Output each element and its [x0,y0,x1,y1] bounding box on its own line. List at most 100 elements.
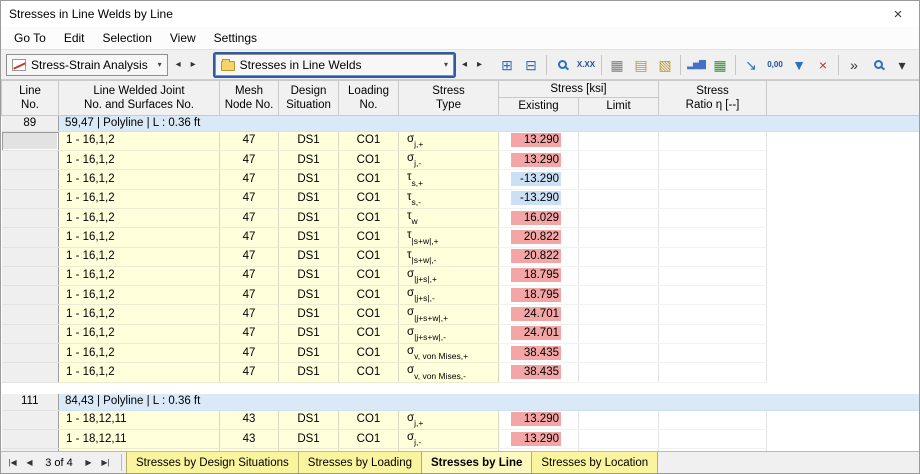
col-header-loading[interactable]: Loading No. [338,80,399,116]
stress-type-cell: τs,- [398,189,499,209]
result-next-button[interactable]: ▸ [472,54,487,76]
ratio-cell [658,189,768,209]
limit-cell [578,208,660,229]
table-row[interactable]: 1 - 16,1,2 47 DS1 CO1 σv, von Mises,+ 38.435 [1,343,919,364]
overflow-button[interactable]: » [842,53,866,77]
limit-cell [578,131,660,152]
report-icon: ▧ [658,56,672,73]
col-header-stress-ratio[interactable]: Stress Ratio η [--] [658,80,768,116]
last-table-button[interactable]: ▶| [97,454,114,472]
table-grid-icon: ▦ [610,56,624,73]
toolbar-buttons: ⊞ ⊟ X.XX ▦ ▤ ▧ ▂▅▇ ▦ ↘ 0,00 ▼ × » ▾ [495,53,914,77]
table-row[interactable]: 1 - 16,1,2 47 DS1 CO1 σ|j+s+w|,+ 24.701 [1,304,919,325]
table-row[interactable]: 1 - 16,1,2 47 DS1 CO1 τs,+ -13.290 [1,169,919,190]
col-header-mesh-node[interactable]: Mesh Node No. [219,80,279,116]
mesh-node-cell: 47 [219,247,279,267]
value-chip: 38.435 [511,364,561,379]
menu-item-settings[interactable]: Settings [205,29,266,47]
transfer-values-button[interactable]: ↘ [739,53,763,77]
print-button[interactable]: ▤ [629,53,653,77]
existing-value-cell: 24.701 [498,304,579,325]
mesh-node-cell: 47 [219,208,279,229]
col-header-existing[interactable]: Existing [498,97,579,116]
group-gap-row [1,382,919,395]
table-row[interactable]: 1 - 16,1,2 47 DS1 CO1 σj,+ 13.290 [1,131,919,152]
tab-stresses-by-design-situations[interactable]: Stresses by Design Situations [126,452,299,473]
filter-button[interactable]: ▼ [787,53,811,77]
tab-stresses-by-location[interactable]: Stresses by Location [532,452,659,473]
gap-cell [1,382,919,395]
table-row[interactable]: 1 - 16,1,2 47 DS1 CO1 τw 16.029 [1,208,919,229]
table-row[interactable]: 1 - 16,1,2 47 DS1 CO1 σv, von Mises,- 38.435 [1,362,919,383]
col-header-line-no[interactable]: Line No. [1,80,59,116]
col-header-stress-ksi[interactable]: Stress [ksi] [497,80,660,99]
search-button[interactable] [866,53,890,77]
mesh-node-cell: 47 [219,227,279,248]
table-row[interactable]: 1 - 16,1,2 47 DS1 CO1 τ|s+w|,+ 20.822 [1,227,919,248]
row-header-cell [1,189,59,209]
excel-export-button[interactable]: ▦ [708,53,732,77]
result-table-combo[interactable]: Stresses in Line Welds ▾ [214,53,454,76]
result-prev-button[interactable]: ◂ [457,54,472,76]
table-row[interactable]: 1 - 18,12,11 43 DS1 CO1 σj,- 13.290 [1,429,919,450]
table-row[interactable]: 1 - 16,1,2 47 DS1 CO1 σ|j+s|,- 18.795 [1,285,919,306]
mesh-node-cell: 47 [219,285,279,306]
design-situation-cell: DS1 [278,362,339,383]
close-button[interactable]: × [885,6,911,23]
value-chip: -13.290 [511,171,561,186]
first-table-button[interactable]: |◀ [4,454,21,472]
filler-cell [766,189,919,209]
table-row[interactable]: 1 - 16,1,2 47 DS1 CO1 τ|s+w|,- 20.822 [1,247,919,267]
menu-item-edit[interactable]: Edit [55,29,94,47]
ratio-cell [658,285,768,306]
stress-subscript: v, von Mises,+ [414,351,469,362]
export-report-button[interactable]: ▧ [653,53,677,77]
col-header-filler [766,80,919,116]
loading-cell: CO1 [338,285,399,306]
window-plus-icon: ⊞ [501,56,513,73]
sync-graphic-button[interactable]: ⊟ [519,53,543,77]
mesh-node-cell: 43 [219,429,279,450]
tab-stresses-by-line[interactable]: Stresses by Line [421,452,533,473]
stress-symbol: τ [407,209,412,222]
next-table-button[interactable]: ▶ [80,454,97,472]
table-row[interactable]: 1 - 18,12,11 43 DS1 CO1 σj,+ 13.290 [1,410,919,430]
clear-results-button[interactable]: × [811,53,835,77]
table-row[interactable]: 1 - 16,1,2 47 DS1 CO1 σj,- 13.290 [1,150,919,171]
analysis-combo[interactable]: Stress-Strain Analysis ▾ [6,53,168,76]
col-header-design-situation[interactable]: Design Situation [278,80,339,116]
stress-type-cell: σj,+ [398,410,499,430]
analysis-prev-button[interactable]: ◂ [171,54,186,76]
value-chip: 20.822 [511,249,561,264]
view-values-button[interactable] [550,53,574,77]
filler-cell [766,247,919,267]
show-in-graphic-button[interactable]: ⊞ [495,53,519,77]
ratio-cell [658,150,768,171]
value-chip: 20.822 [511,229,561,244]
table-settings-button[interactable]: ▦ [605,53,629,77]
analysis-next-button[interactable]: ▸ [186,54,201,76]
result-diagram-button[interactable]: ▂▅▇ [684,53,708,77]
window-title: Stresses in Line Welds by Line [9,7,173,21]
prev-table-button[interactable]: ◀ [21,454,38,472]
table-row[interactable]: 1 - 16,1,2 47 DS1 CO1 σ|j+s|,+ 18.795 [1,266,919,287]
menu-item-go-to[interactable]: Go To [5,29,55,47]
value-chip: 13.290 [511,152,561,167]
ratio-cell [658,227,768,248]
menu-item-view[interactable]: View [161,29,205,47]
result-values-button[interactable]: X.XX [574,53,598,77]
stress-type-cell: σ|j+s|,+ [398,266,499,287]
limit-cell [578,227,660,248]
menu-item-selection[interactable]: Selection [94,29,161,47]
decimal-places-button[interactable]: 0,00 [763,53,787,77]
col-header-joint[interactable]: Line Welded Joint No. and Surfaces No. [58,80,220,116]
table-row[interactable]: 1 - 16,1,2 47 DS1 CO1 τs,- -13.290 [1,189,919,209]
table-row[interactable]: 1 - 16,1,2 47 DS1 CO1 σ|j+s+w|,- 24.701 [1,324,919,345]
col-header-stress-type[interactable]: Stress Type [398,80,499,116]
more-button[interactable]: ▾ [890,53,914,77]
col-header-limit[interactable]: Limit [577,97,660,116]
toolbar-separator [838,54,839,75]
tab-stresses-by-loading[interactable]: Stresses by Loading [298,452,422,473]
limit-cell [578,362,660,383]
joint-cell: 1 - 16,1,2 [58,169,220,190]
